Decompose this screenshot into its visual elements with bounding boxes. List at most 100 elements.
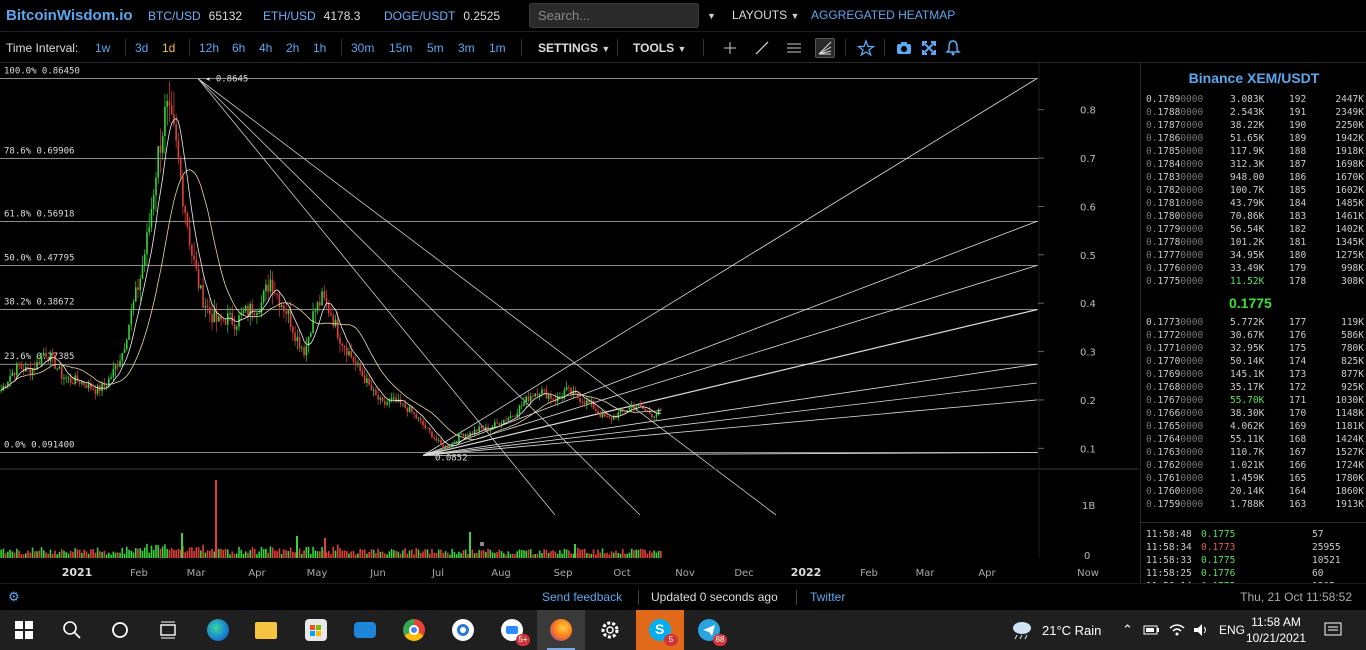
price-chart[interactable]: 100.0% 0.86450 78.6% 0.69906 61.8% 0.56918… <box>0 63 1139 583</box>
skype-icon[interactable]: S5 <box>636 610 684 650</box>
bid-row[interactable]: 0.17710000 32.95K 175 780K <box>1146 342 1364 355</box>
bid-row[interactable]: 0.17640000 55.11K 168 1424K <box>1146 433 1364 446</box>
settings-button[interactable]: SETTINGS ▼ <box>538 41 610 55</box>
interval-5m[interactable]: 5m <box>427 41 444 55</box>
bid-row[interactable]: 0.17670000 55.70K 171 1030K <box>1146 394 1364 407</box>
bid-row[interactable]: 0.17720000 30.67K 176 586K <box>1146 329 1364 342</box>
wifi-icon[interactable] <box>1168 610 1186 650</box>
interval-12h[interactable]: 12h <box>199 41 219 55</box>
ask-row[interactable]: 0.17890000 3.083K 192 2447K <box>1146 93 1364 106</box>
bid-row[interactable]: 0.17700000 50.14K 174 825K <box>1146 355 1364 368</box>
zoom-icon[interactable]: 5+ <box>488 610 536 650</box>
layouts-button[interactable]: LAYOUTS ▼ <box>732 8 799 22</box>
aggregated-heatmap-link[interactable]: AGGREGATED HEATMAP <box>811 8 955 22</box>
ask-row[interactable]: 0.17780000 101.2K 181 1345K <box>1146 236 1364 249</box>
camera-icon[interactable] <box>894 38 914 58</box>
crosshair-icon[interactable] <box>720 38 740 58</box>
weather-widget[interactable]: 21°C Rain <box>1010 610 1101 650</box>
row-price: 0.17600000 <box>1146 486 1204 497</box>
firefox-icon[interactable] <box>537 610 585 650</box>
bell-icon[interactable] <box>943 38 963 58</box>
star-icon[interactable] <box>856 38 876 58</box>
ticker-btc[interactable]: BTC/USD 65132 <box>148 9 242 23</box>
interval-6h[interactable]: 6h <box>232 41 245 55</box>
cortana-icon[interactable] <box>96 610 144 650</box>
store-icon[interactable] <box>292 610 340 650</box>
interval-2h[interactable]: 2h <box>286 41 299 55</box>
bid-row[interactable]: 0.17650000 4.062K 169 1181K <box>1146 420 1364 433</box>
chart-canvas[interactable]: 100.0% 0.86450 78.6% 0.69906 61.8% 0.56918… <box>0 63 1139 583</box>
app-icon[interactable] <box>439 610 487 650</box>
twitter-link[interactable]: Twitter <box>810 590 845 604</box>
mail-icon[interactable] <box>341 610 389 650</box>
ask-row[interactable]: 0.17790000 56.54K 182 1402K <box>1146 223 1364 236</box>
ask-row[interactable]: 0.17800000 70.86K 183 1461K <box>1146 210 1364 223</box>
bid-row[interactable]: 0.17620000 1.021K 166 1724K <box>1146 459 1364 472</box>
volume-bar <box>85 551 88 558</box>
telegram-icon[interactable]: 88 <box>685 610 733 650</box>
ask-row[interactable]: 0.17860000 51.65K 189 1942K <box>1146 132 1364 145</box>
candle-body <box>547 395 550 399</box>
volume-icon[interactable] <box>1192 610 1210 650</box>
notifications-icon[interactable] <box>1324 610 1342 650</box>
bid-row[interactable]: 0.17610000 1.459K 165 1780K <box>1146 472 1364 485</box>
interval-1h[interactable]: 1h <box>313 41 326 55</box>
row-price: 0.17670000 <box>1146 395 1204 406</box>
bid-row[interactable]: 0.17680000 35.17K 172 925K <box>1146 381 1364 394</box>
battery-icon[interactable] <box>1143 610 1161 650</box>
ask-row[interactable]: 0.17770000 34.95K 180 1275K <box>1146 249 1364 262</box>
ask-row[interactable]: 0.17870000 38.22K 190 2250K <box>1146 119 1364 132</box>
ask-row[interactable]: 0.17880000 2.543K 191 2349K <box>1146 106 1364 119</box>
interval-1d[interactable]: 1d <box>162 41 175 55</box>
interval-4h[interactable]: 4h <box>259 41 272 55</box>
ticker-doge[interactable]: DOGE/USDT 0.2525 <box>384 9 500 23</box>
interval-15m[interactable]: 15m <box>389 41 412 55</box>
task-view-icon[interactable] <box>144 610 192 650</box>
tray-expand-icon[interactable]: ⌃ <box>1122 610 1133 650</box>
ask-row[interactable]: 0.17840000 312.3K 187 1698K <box>1146 158 1364 171</box>
file-explorer-icon[interactable] <box>242 610 290 650</box>
bid-row[interactable]: 0.17630000 110.7K 167 1527K <box>1146 446 1364 459</box>
line-tool-icon[interactable] <box>752 38 772 58</box>
edge-icon[interactable] <box>194 610 242 650</box>
hlines-tool-icon[interactable] <box>784 38 804 58</box>
start-button[interactable] <box>0 610 48 650</box>
volume-bar <box>577 547 579 558</box>
volume-bar <box>168 549 171 558</box>
ask-row[interactable]: 0.17830000 948.00 186 1670K <box>1146 171 1364 184</box>
bid-row[interactable]: 0.17730000 5.772K 177 119K <box>1146 316 1364 329</box>
send-feedback-link[interactable]: Send feedback <box>542 590 622 604</box>
settings-gear-icon[interactable]: ⚙ <box>8 589 20 605</box>
ask-row[interactable]: 0.17850000 117.9K 188 1918K <box>1146 145 1364 158</box>
expand-icon[interactable] <box>919 38 939 58</box>
tools-button[interactable]: TOOLS ▼ <box>633 41 686 55</box>
volume-bar <box>249 550 252 558</box>
ask-row[interactable]: 0.17820000 100.7K 185 1602K <box>1146 184 1364 197</box>
ask-row[interactable]: 0.17750000 11.52K 178 308K <box>1146 275 1364 288</box>
fan-tool-icon[interactable] <box>815 38 835 58</box>
ticker-eth[interactable]: ETH/USD 4178.3 <box>263 9 360 23</box>
bid-row[interactable]: 0.17660000 38.30K 170 1148K <box>1146 407 1364 420</box>
candle-body <box>505 419 507 421</box>
interval-3m[interactable]: 3m <box>458 41 475 55</box>
search-input[interactable] <box>529 3 699 28</box>
interval-30m[interactable]: 30m <box>351 41 374 55</box>
taskbar-clock[interactable]: 11:58 AM 10/21/2021 <box>1244 614 1308 646</box>
ask-row[interactable]: 0.17760000 33.49K 179 998K <box>1146 262 1364 275</box>
interval-1m[interactable]: 1m <box>489 41 506 55</box>
search-icon[interactable] <box>48 610 96 650</box>
language-indicator[interactable]: ENG <box>1219 610 1245 650</box>
bid-row[interactable]: 0.17600000 20.14K 164 1860K <box>1146 485 1364 498</box>
settings-icon[interactable] <box>586 610 634 650</box>
site-logo[interactable]: BitcoinWisdom.io <box>6 7 133 24</box>
bid-row[interactable]: 0.17590000 1.788K 163 1913K <box>1146 498 1364 511</box>
x-tick-label: Jul <box>431 568 444 579</box>
ask-row[interactable]: 0.17810000 43.79K 184 1485K <box>1146 197 1364 210</box>
volume-bar <box>193 550 195 558</box>
chrome-icon[interactable] <box>390 610 438 650</box>
status-footer: ⚙ Send feedback Updated 0 seconds ago Tw… <box>0 583 1366 610</box>
interval-3d[interactable]: 3d <box>135 41 148 55</box>
interval-1w[interactable]: 1w <box>95 41 110 55</box>
search-dropdown-icon[interactable]: ▼ <box>707 8 716 22</box>
bid-row[interactable]: 0.17690000 145.1K 173 877K <box>1146 368 1364 381</box>
